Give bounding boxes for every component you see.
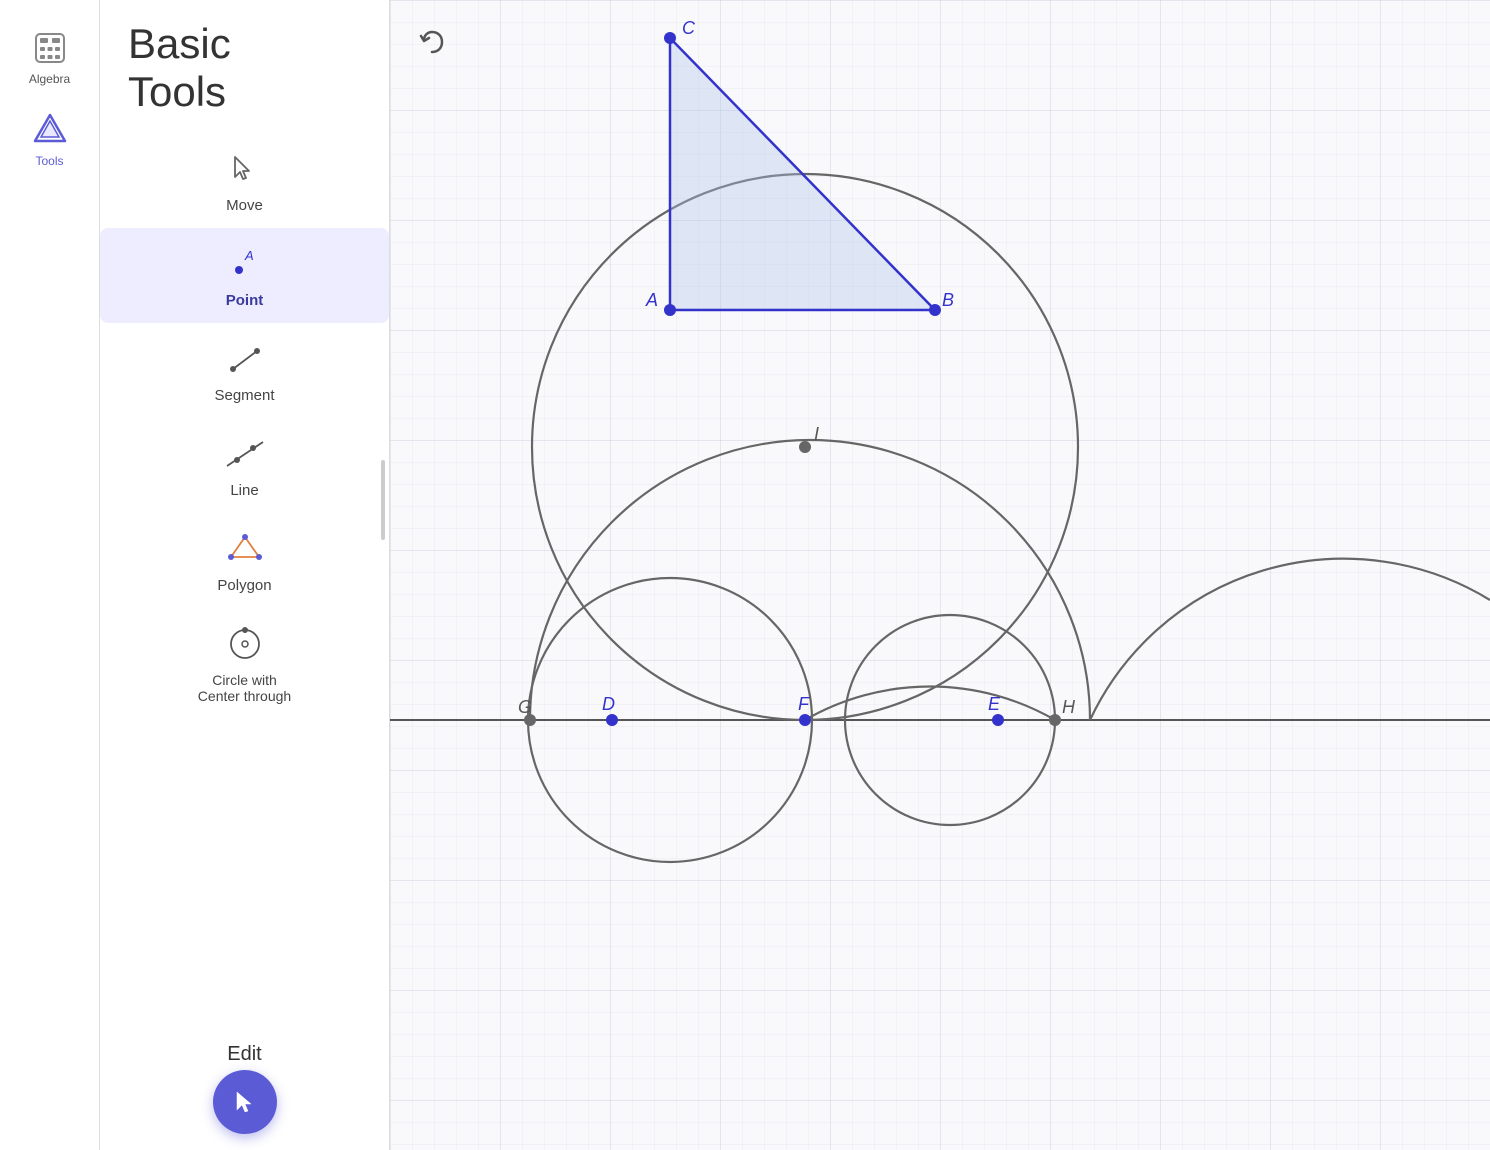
- sidebar: Algebra Tools: [0, 0, 100, 1150]
- tool-point[interactable]: A Point: [100, 228, 389, 323]
- sidebar-algebra-label: Algebra: [29, 72, 70, 86]
- tool-circle-label: Circle with Center through: [198, 672, 291, 704]
- edit-fab-area: Edit: [213, 1043, 277, 1134]
- label-G: G: [518, 697, 532, 717]
- tool-move-label: Move: [226, 197, 263, 214]
- scrollbar[interactable]: [381, 460, 385, 540]
- point-A: [664, 304, 676, 316]
- tool-line[interactable]: Line: [100, 418, 389, 513]
- undo-button[interactable]: [414, 24, 450, 60]
- tool-line-label: Line: [230, 482, 258, 499]
- undo-icon: [418, 28, 446, 56]
- tool-polygon[interactable]: Polygon: [100, 513, 389, 608]
- grid-background: [390, 0, 1490, 1150]
- svg-text:A: A: [244, 248, 254, 263]
- label-F: F: [798, 694, 810, 714]
- tools-list: Move A Point Segment: [100, 133, 389, 1150]
- point-icon: A: [223, 242, 267, 286]
- tool-segment[interactable]: Segment: [100, 323, 389, 418]
- label-I: I: [814, 424, 819, 444]
- canvas-area[interactable]: C A B I G D F E H: [390, 0, 1490, 1150]
- move-icon: [223, 147, 267, 191]
- edit-button[interactable]: [213, 1070, 277, 1134]
- segment-icon: [223, 337, 267, 381]
- point-E: [992, 714, 1004, 726]
- point-B: [929, 304, 941, 316]
- label-H: H: [1062, 697, 1076, 717]
- edit-label: Edit: [227, 1043, 261, 1066]
- cursor-icon: [231, 1088, 259, 1116]
- point-I: [799, 441, 811, 453]
- line-icon: [223, 432, 267, 476]
- tool-point-label: Point: [226, 292, 264, 309]
- calculator-icon: [30, 28, 70, 68]
- tools-panel: Basic Tools Move A Point: [100, 0, 390, 1150]
- circle-center-icon: [223, 622, 267, 666]
- point-F: [799, 714, 811, 726]
- label-A: A: [645, 290, 658, 310]
- tool-circle[interactable]: Circle with Center through: [100, 608, 389, 718]
- tool-segment-label: Segment: [214, 387, 274, 404]
- tool-move[interactable]: Move: [100, 133, 389, 228]
- point-D: [606, 714, 618, 726]
- sidebar-tools-label: Tools: [35, 154, 63, 168]
- tool-polygon-label: Polygon: [217, 577, 271, 594]
- label-E: E: [988, 694, 1001, 714]
- polygon-icon: [223, 527, 267, 571]
- panel-title: Basic Tools: [100, 0, 389, 133]
- geometry-canvas: C A B I G D F E H: [390, 0, 1490, 1150]
- label-B: B: [942, 290, 954, 310]
- sidebar-item-tools[interactable]: Tools: [10, 102, 90, 176]
- label-C: C: [682, 18, 696, 38]
- point-H: [1049, 714, 1061, 726]
- sidebar-item-algebra[interactable]: Algebra: [10, 20, 90, 94]
- point-C: [664, 32, 676, 44]
- label-D: D: [602, 694, 615, 714]
- tools-icon: [30, 110, 70, 150]
